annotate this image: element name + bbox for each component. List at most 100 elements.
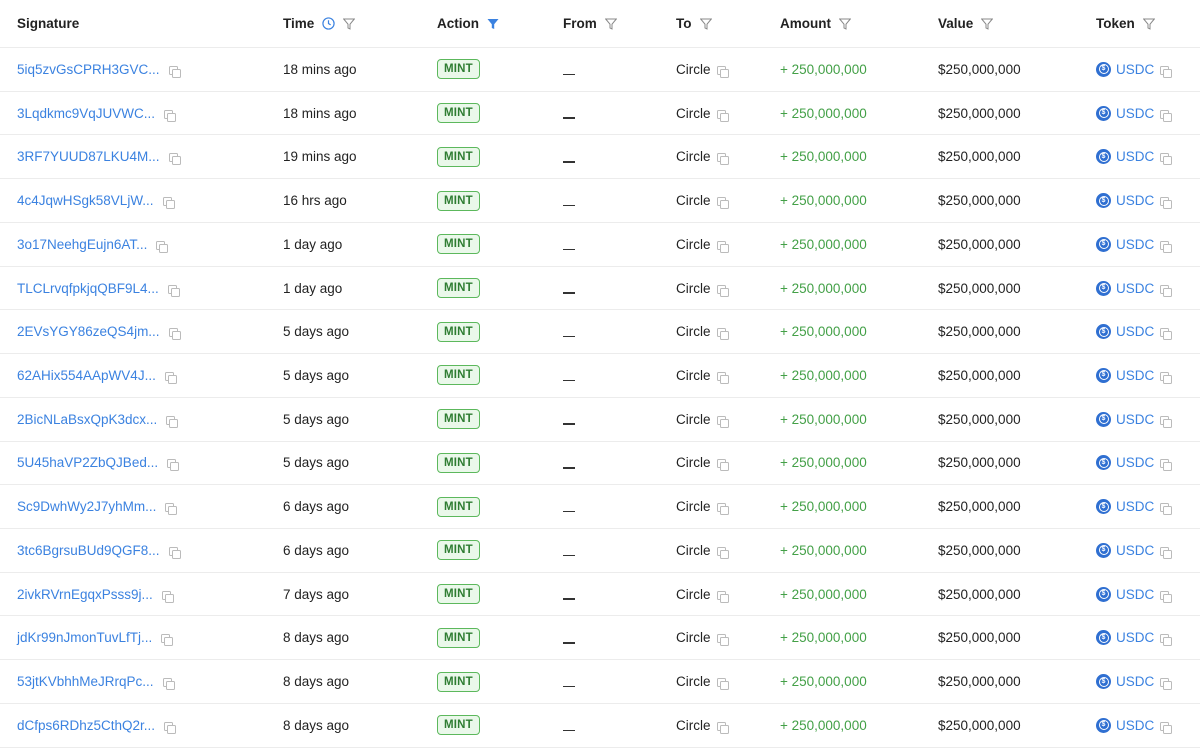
token-link[interactable]: USDC [1116,630,1154,645]
signature-link[interactable]: 62AHix554AApWV4J... [17,368,156,383]
copy-icon[interactable] [716,503,729,516]
signature-link[interactable]: 3tc6BgrsuBUd9QGF8... [17,543,160,558]
copy-icon[interactable] [1160,109,1173,122]
token-link[interactable]: USDC [1116,718,1154,733]
copy-icon[interactable] [716,328,729,341]
copy-icon[interactable] [1160,678,1173,691]
copy-icon[interactable] [1160,721,1173,734]
copy-icon[interactable] [168,546,181,559]
filter-icon[interactable] [1142,18,1155,30]
copy-icon[interactable] [716,546,729,559]
copy-icon[interactable] [1160,546,1173,559]
to-text[interactable]: Circle [676,412,711,427]
signature-link[interactable]: 5iq5zvGsCPRH3GVC... [17,62,160,77]
signature-link[interactable]: dCfps6RDhz5CthQ2r... [17,718,155,733]
to-text[interactable]: Circle [676,368,711,383]
to-text[interactable]: Circle [676,281,711,296]
copy-icon[interactable] [168,328,181,341]
copy-icon[interactable] [162,197,175,210]
filter-icon[interactable] [699,18,712,30]
to-text[interactable]: Circle [676,543,711,558]
clock-icon[interactable] [322,17,335,30]
copy-icon[interactable] [716,634,729,647]
filter-icon[interactable] [981,18,994,30]
to-text[interactable]: Circle [676,324,711,339]
copy-icon[interactable] [1160,328,1173,341]
copy-icon[interactable] [164,109,177,122]
to-text[interactable]: Circle [676,455,711,470]
copy-icon[interactable] [161,590,174,603]
copy-icon[interactable] [168,153,181,166]
to-text[interactable]: Circle [676,499,711,514]
token-link[interactable]: USDC [1116,674,1154,689]
copy-icon[interactable] [716,459,729,472]
filter-icon[interactable] [604,18,617,30]
signature-link[interactable]: 53jtKVbhhMeJRrqPc... [17,674,154,689]
copy-icon[interactable] [716,197,729,210]
to-text[interactable]: Circle [676,62,711,77]
filter-icon[interactable] [839,18,851,30]
copy-icon[interactable] [166,415,179,428]
copy-icon[interactable] [716,678,729,691]
copy-icon[interactable] [1160,634,1173,647]
copy-icon[interactable] [167,459,180,472]
token-link[interactable]: USDC [1116,106,1154,121]
copy-icon[interactable] [162,678,175,691]
copy-icon[interactable] [1160,590,1173,603]
token-link[interactable]: USDC [1116,62,1154,77]
copy-icon[interactable] [165,503,178,516]
copy-icon[interactable] [167,284,180,297]
copy-icon[interactable] [1160,415,1173,428]
token-link[interactable]: USDC [1116,368,1154,383]
token-link[interactable]: USDC [1116,543,1154,558]
copy-icon[interactable] [716,721,729,734]
copy-icon[interactable] [1160,65,1173,78]
filter-active-icon[interactable] [487,18,499,30]
signature-link[interactable]: 3Lqdkmc9VqJUVWC... [17,106,155,121]
copy-icon[interactable] [716,240,729,253]
copy-icon[interactable] [1160,197,1173,210]
copy-icon[interactable] [1160,240,1173,253]
signature-link[interactable]: 3RF7YUUD87LKU4M... [17,149,160,164]
copy-icon[interactable] [1160,284,1173,297]
copy-icon[interactable] [168,65,181,78]
to-text[interactable]: Circle [676,587,711,602]
signature-link[interactable]: 2ivkRVrnEgqxPsss9j... [17,587,153,602]
copy-icon[interactable] [716,284,729,297]
copy-icon[interactable] [164,371,177,384]
token-link[interactable]: USDC [1116,587,1154,602]
copy-icon[interactable] [1160,503,1173,516]
token-link[interactable]: USDC [1116,499,1154,514]
to-text[interactable]: Circle [676,237,711,252]
signature-link[interactable]: 5U45haVP2ZbQJBed... [17,455,158,470]
to-text[interactable]: Circle [676,674,711,689]
filter-icon[interactable] [343,18,356,30]
token-link[interactable]: USDC [1116,149,1154,164]
copy-icon[interactable] [716,65,729,78]
copy-icon[interactable] [1160,371,1173,384]
signature-link[interactable]: 2BicNLaBsxQpK3dcx... [17,412,157,427]
token-link[interactable]: USDC [1116,412,1154,427]
signature-link[interactable]: 2EVsYGY86zeQS4jm... [17,324,160,339]
token-link[interactable]: USDC [1116,324,1154,339]
token-link[interactable]: USDC [1116,237,1154,252]
to-text[interactable]: Circle [676,193,711,208]
copy-icon[interactable] [1160,459,1173,472]
copy-icon[interactable] [716,109,729,122]
copy-icon[interactable] [716,371,729,384]
to-text[interactable]: Circle [676,718,711,733]
copy-icon[interactable] [156,240,169,253]
copy-icon[interactable] [716,415,729,428]
to-text[interactable]: Circle [676,630,711,645]
signature-link[interactable]: jdKr99nJmonTuvLfTj... [17,630,152,645]
signature-link[interactable]: Sc9DwhWy2J7yhMm... [17,499,156,514]
token-link[interactable]: USDC [1116,455,1154,470]
copy-icon[interactable] [164,721,177,734]
token-link[interactable]: USDC [1116,193,1154,208]
to-text[interactable]: Circle [676,149,711,164]
copy-icon[interactable] [1160,153,1173,166]
copy-icon[interactable] [716,153,729,166]
signature-link[interactable]: TLCLrvqfpkjqQBF9L4... [17,281,159,296]
signature-link[interactable]: 3o17NeehgEujn6AT... [17,237,147,252]
token-link[interactable]: USDC [1116,281,1154,296]
